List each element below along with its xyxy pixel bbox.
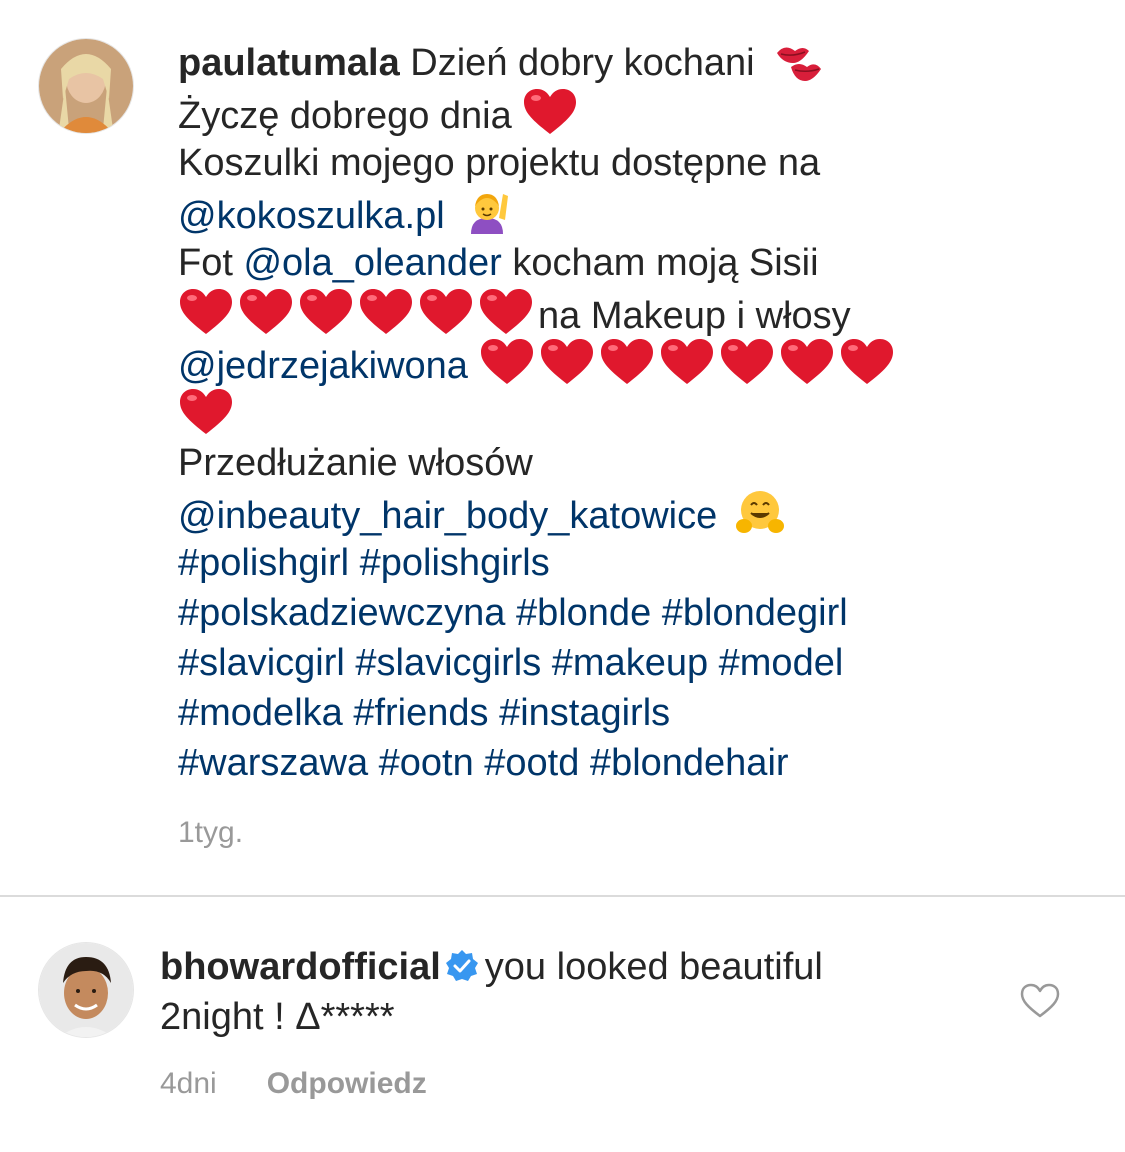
- hashtag-line-5[interactable]: #warszawa #ootn #ootd #blondehair: [178, 742, 789, 784]
- hashtag-line-4[interactable]: #modelka #friends #instagirls: [178, 692, 670, 734]
- avatar-paulatumala[interactable]: [38, 38, 134, 134]
- avatar-bhowardofficial[interactable]: [38, 942, 134, 1038]
- caption-meta: 1tyg.: [178, 816, 243, 850]
- reply-button[interactable]: Odpowiedz: [267, 1067, 427, 1100]
- caption-line-3: Koszulki mojego projektu dostępne na: [178, 142, 821, 184]
- caption-line-5b: kocham moją Sisii: [501, 242, 819, 284]
- verified-badge-icon: [445, 950, 478, 981]
- mention-ola-oleander[interactable]: @ola_oleander: [243, 242, 501, 284]
- caption-line-6: na Makeup i włosy: [538, 295, 851, 337]
- mention-jedrzejakiwona[interactable]: @jedrzejakiwona: [178, 345, 468, 387]
- caption-timestamp: 1tyg.: [178, 816, 244, 849]
- reply-text-line-2: 2night ! Δ*****: [160, 996, 395, 1038]
- reply-timestamp: 4dni: [160, 1067, 217, 1100]
- mention-kokoszulka[interactable]: @kokoszulka.pl: [178, 195, 445, 237]
- reply-text: bhowardofficial you looked beautiful 2ni…: [160, 942, 980, 1042]
- red-heart-emoji-icon: [720, 339, 773, 384]
- hashtag-line-1[interactable]: #polishgirl #polishgirls: [178, 542, 550, 584]
- like-button[interactable]: [1020, 983, 1060, 1019]
- red-heart-emoji-icon: [840, 339, 893, 384]
- red-heart-emoji-icon: [660, 339, 713, 384]
- red-heart-emoji-icon: [480, 289, 532, 334]
- avatar-image: [39, 943, 133, 1037]
- red-heart-emoji-icon: [180, 389, 232, 434]
- mention-inbeauty[interactable]: @inbeauty_hair_body_katowice: [178, 495, 717, 537]
- red-heart-emoji-icon: [420, 289, 472, 334]
- red-heart-emoji-icon: [524, 89, 577, 134]
- caption-line-2: Życzę dobrego dnia: [178, 95, 512, 137]
- red-heart-emoji-icon: [780, 339, 833, 384]
- caption-line-5a: Fot: [178, 242, 244, 284]
- hugging-face-emoji-icon: [735, 491, 784, 533]
- avatar-image: [39, 39, 133, 133]
- red-heart-emoji-icon: [180, 289, 232, 334]
- username-paulatumala[interactable]: paulatumala: [178, 42, 400, 84]
- caption-line-8: Przedłużanie włosów: [178, 442, 533, 484]
- red-heart-emoji-icon: [360, 289, 412, 334]
- reply-comment: bhowardofficial you looked beautiful 2ni…: [0, 897, 1125, 1152]
- username-bhowardofficial[interactable]: bhowardofficial: [160, 946, 441, 988]
- reply-meta: 4dni Odpowiedz: [160, 1067, 427, 1101]
- red-heart-emoji-icon: [300, 289, 352, 334]
- heart-outline-icon: [1020, 983, 1060, 1018]
- red-heart-emoji-icon: [600, 339, 653, 384]
- kiss-mark-emoji-icon: [777, 47, 822, 81]
- caption-comment: paulatumala Dzień dobry kochani Życzę do…: [0, 0, 1125, 895]
- hashtag-line-3[interactable]: #slavicgirl #slavicgirls #makeup #model: [178, 642, 843, 684]
- hashtag-line-2[interactable]: #polskadziewczyna #blonde #blondegirl: [178, 592, 848, 634]
- person-raising-hand-emoji-icon: [471, 194, 509, 234]
- caption-line-1: Dzień dobry kochani: [410, 42, 755, 84]
- reply-text-line-1: you looked beautiful: [484, 946, 823, 988]
- red-heart-emoji-icon: [480, 339, 533, 384]
- red-heart-emoji-icon: [540, 339, 593, 384]
- caption-text: paulatumala Dzień dobry kochani Życzę do…: [178, 38, 968, 788]
- red-heart-emoji-icon: [240, 289, 292, 334]
